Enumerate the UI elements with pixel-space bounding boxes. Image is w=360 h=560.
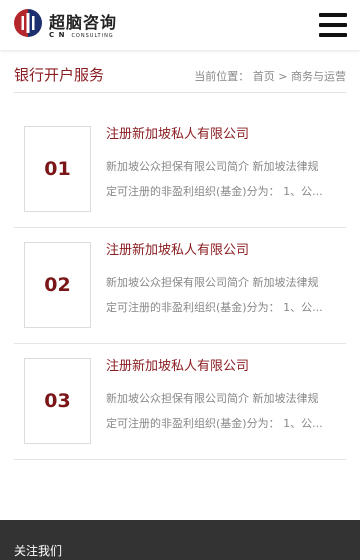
footer-title: 关注我们 (14, 544, 63, 558)
item-number: 02 (44, 274, 71, 296)
page-title: 银行开户服务 (14, 66, 105, 84)
brand-letters: C N (49, 31, 66, 39)
site-footer: 关注我们 (0, 520, 360, 560)
breadcrumb-label: 当前位置： (194, 70, 250, 83)
logo[interactable]: 超脑咨询 C N CONSULTING (12, 7, 122, 43)
list-item[interactable]: 03 注册新加坡私人有限公司 新加坡公众担保有限公司简介 新加坡法律规 定可注册… (14, 343, 346, 460)
item-description-line: 新加坡公众担保有限公司简介 新加坡法律规 (106, 276, 319, 289)
breadcrumb-separator: > (278, 70, 288, 83)
list-item[interactable]: 01 注册新加坡私人有限公司 新加坡公众担保有限公司简介 新加坡法律规 定可注册… (14, 111, 346, 228)
breadcrumb: 当前位置： 首页 > 商务与运营 (194, 68, 346, 84)
breadcrumb-current-link[interactable]: 商务与运营 (291, 70, 346, 83)
hamburger-menu-icon[interactable] (319, 13, 347, 37)
item-description-line: 定可注册的非盈利组织(基金)分为： 1、公... (106, 185, 323, 198)
item-title-link[interactable]: 注册新加坡私人有限公司 (106, 239, 249, 258)
item-number-box: 03 (24, 358, 91, 444)
item-description: 新加坡公众担保有限公司简介 新加坡法律规 定可注册的非盈利组织(基金)分为： 1… (106, 270, 338, 320)
item-title-link[interactable]: 注册新加坡私人有限公司 (106, 355, 249, 374)
item-number: 01 (44, 158, 71, 180)
item-description-line: 定可注册的非盈利组织(基金)分为： 1、公... (106, 301, 323, 314)
title-bar: 银行开户服务 当前位置： 首页 > 商务与运营 (14, 58, 346, 93)
item-description-line: 定可注册的非盈利组织(基金)分为： 1、公... (106, 417, 323, 430)
item-description-line: 新加坡公众担保有限公司简介 新加坡法律规 (106, 160, 319, 173)
item-number-box: 01 (24, 126, 91, 212)
item-description: 新加坡公众担保有限公司简介 新加坡法律规 定可注册的非盈利组织(基金)分为： 1… (106, 386, 338, 436)
site-header: 超脑咨询 C N CONSULTING (0, 0, 360, 50)
brand-subtitle: C N CONSULTING (49, 31, 114, 39)
item-description: 新加坡公众担保有限公司简介 新加坡法律规 定可注册的非盈利组织(基金)分为： 1… (106, 154, 338, 204)
logo-mark-icon (14, 9, 42, 37)
item-description-line: 新加坡公众担保有限公司简介 新加坡法律规 (106, 392, 319, 405)
brand-english: CONSULTING (71, 33, 114, 39)
breadcrumb-home-link[interactable]: 首页 (253, 70, 275, 83)
item-number: 03 (44, 390, 71, 412)
brand-name: 超脑咨询 (49, 13, 118, 32)
item-number-box: 02 (24, 242, 91, 328)
item-title-link[interactable]: 注册新加坡私人有限公司 (106, 123, 249, 142)
list-item[interactable]: 02 注册新加坡私人有限公司 新加坡公众担保有限公司简介 新加坡法律规 定可注册… (14, 227, 346, 344)
